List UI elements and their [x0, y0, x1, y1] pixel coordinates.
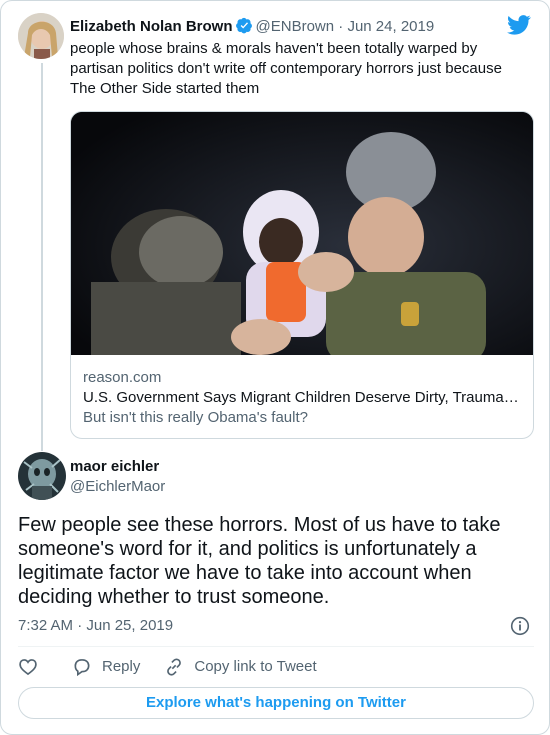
- avatar[interactable]: [18, 452, 66, 500]
- link-preview-meta: reason.com U.S. Government Says Migrant …: [83, 368, 523, 428]
- like-button[interactable]: [18, 657, 38, 677]
- verified-badge-icon: [235, 17, 252, 34]
- tweet-timestamp[interactable]: 7:32 AM · Jun 25, 2019: [18, 616, 173, 636]
- tweet-date[interactable]: Jun 24, 2019: [347, 18, 434, 35]
- author-photo: [18, 452, 66, 500]
- author-name[interactable]: Elizabeth Nolan Brown: [70, 18, 233, 35]
- link-icon: [167, 658, 182, 676]
- copy-link-label: Copy link to Tweet: [194, 658, 317, 675]
- author-handle[interactable]: @EichlerMaor: [70, 477, 165, 497]
- link-preview-image: [71, 112, 533, 362]
- divider: [18, 646, 534, 647]
- tweet-embed-card: Elizabeth Nolan Brown @ENBrown · Jun 24, …: [0, 0, 550, 735]
- explore-twitter-button[interactable]: Explore what's happening on Twitter: [18, 687, 534, 719]
- border-agent-holding-child-photo: [71, 112, 533, 362]
- author-name[interactable]: maor eichler: [70, 457, 159, 477]
- link-title: U.S. Government Says Migrant Children De…: [83, 389, 519, 406]
- link-domain: reason.com: [83, 369, 162, 386]
- reply-label: Reply: [102, 658, 141, 675]
- quoted-tweet-header: Elizabeth Nolan Brown @ENBrown · Jun 24, …: [70, 17, 434, 37]
- avatar[interactable]: [18, 13, 64, 59]
- twitter-bird-icon[interactable]: [507, 15, 531, 35]
- link-preview-card[interactable]: reason.com U.S. Government Says Migrant …: [70, 111, 534, 439]
- reply-button[interactable]: Reply: [72, 657, 140, 677]
- quoted-tweet-text: people whose brains & morals haven't bee…: [70, 40, 502, 97]
- separator-dot: ·: [338, 18, 344, 35]
- copy-link-button[interactable]: Copy link to Tweet: [164, 657, 317, 677]
- author-photo: [18, 13, 64, 59]
- tweet-actions: Reply Copy link to Tweet: [18, 655, 317, 679]
- author-handle[interactable]: @ENBrown: [256, 18, 335, 35]
- info-icon[interactable]: [510, 616, 530, 636]
- thread-line: [41, 63, 43, 451]
- reply-icon: [74, 659, 90, 677]
- link-description: But isn't this really Obama's fault?: [83, 409, 308, 426]
- heart-icon: [19, 659, 37, 676]
- tweet-text: Few people see these horrors. Most of us…: [18, 514, 501, 608]
